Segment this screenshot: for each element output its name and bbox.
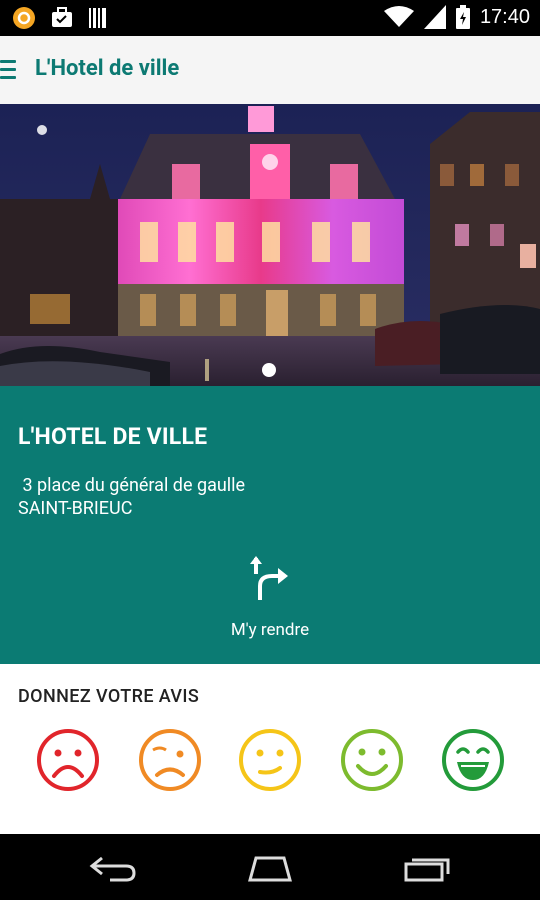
very-sad-face-icon[interactable]	[36, 728, 100, 792]
rating-title: DONNEZ VOTRE AVIS	[18, 686, 200, 707]
back-icon[interactable]	[88, 854, 138, 884]
page-title: L'Hotel de ville	[35, 56, 180, 81]
neutral-face-icon[interactable]	[238, 728, 302, 792]
rating-section: DONNEZ VOTRE AVIS	[0, 664, 540, 834]
home-icon[interactable]	[242, 854, 298, 884]
status-bar: 17:40	[0, 0, 540, 36]
clock: 17:40	[479, 5, 530, 28]
directions-button[interactable]: M'y rendre	[210, 556, 330, 646]
turn-right-arrow-icon	[250, 556, 288, 600]
recent-apps-icon[interactable]	[402, 854, 454, 884]
place-city: SAINT-BRIEUC	[18, 498, 133, 519]
big-smile-face-icon[interactable]	[441, 728, 505, 792]
briefcase-icon	[52, 7, 72, 27]
navigation-bar	[0, 834, 540, 900]
wifi-icon	[383, 6, 414, 27]
smile-face-icon[interactable]	[340, 728, 404, 792]
app-bar: L'Hotel de ville	[0, 36, 540, 104]
sad-face-icon[interactable]	[138, 728, 202, 792]
battery-icon	[455, 5, 470, 29]
directions-label: M'y rendre	[230, 620, 310, 640]
place-name: L'HOTEL DE VILLE	[18, 423, 208, 450]
hamburger-menu-icon[interactable]	[0, 58, 20, 82]
hero-image[interactable]	[0, 104, 540, 386]
signal-icon	[423, 5, 446, 29]
place-address: 3 place du général de gaulle	[18, 475, 246, 496]
carousel-indicator[interactable]	[262, 363, 276, 377]
place-info-panel: L'HOTEL DE VILLE 3 place du général de g…	[0, 386, 540, 664]
app-notification-icon	[13, 7, 35, 29]
barcode-icon	[89, 8, 106, 28]
